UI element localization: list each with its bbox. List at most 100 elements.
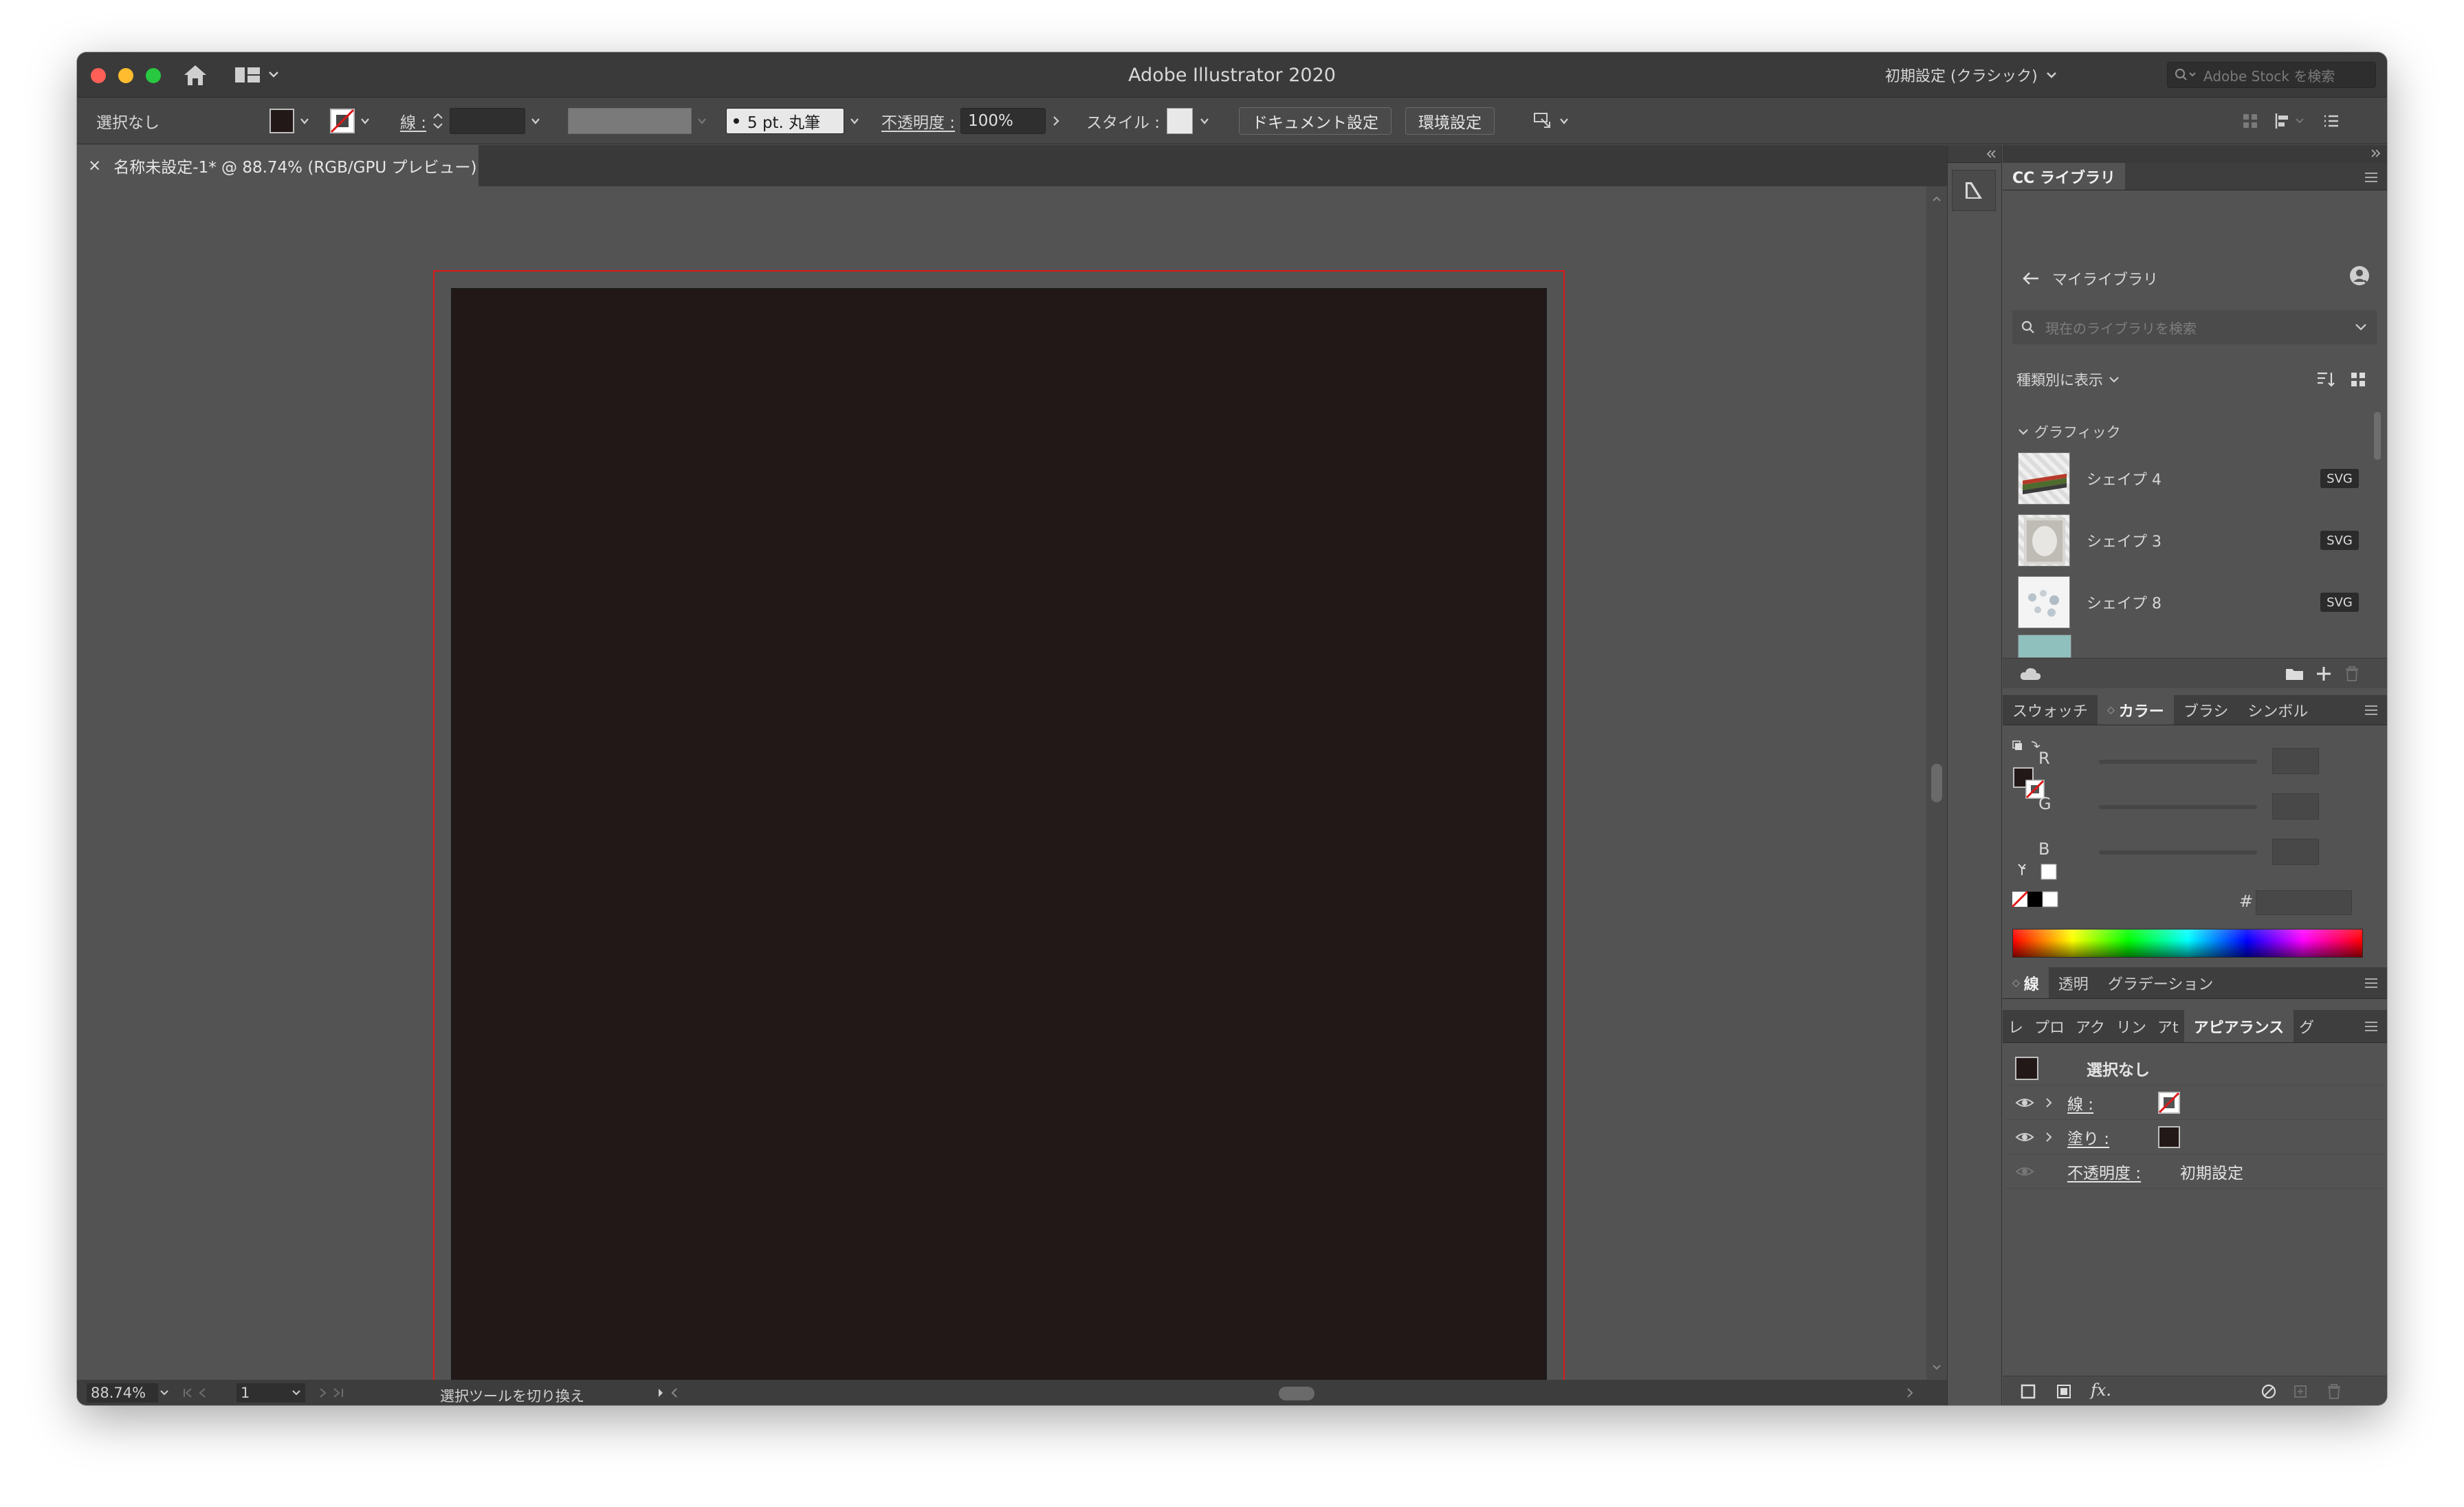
tab-color[interactable]: ◇ カラー xyxy=(2098,695,2174,725)
library-item[interactable]: シェイプ 8 SVG xyxy=(2003,571,2374,633)
workspace-switcher-icon[interactable] xyxy=(234,63,282,87)
artboard[interactable] xyxy=(452,289,1546,1383)
folder-icon[interactable] xyxy=(2285,666,2305,682)
scroll-right-arrow-icon[interactable] xyxy=(1903,1386,1917,1400)
stroke-color-control[interactable] xyxy=(330,98,370,144)
visibility-eye-icon[interactable] xyxy=(2015,1096,2034,1110)
status-menu-arrows-icon[interactable] xyxy=(654,1386,682,1400)
tab-brushes[interactable]: ブラシ xyxy=(2174,695,2238,725)
panel-menu-icon[interactable] xyxy=(2322,112,2340,130)
tab-cc-libraries[interactable]: CC ライブラリ xyxy=(2003,163,2125,190)
align-icon[interactable] xyxy=(2274,112,2307,130)
vertical-scrollbar[interactable] xyxy=(1926,186,1947,1380)
preferences-button[interactable]: 環境設定 xyxy=(1405,107,1495,135)
library-scroll-thumb[interactable] xyxy=(2374,412,2381,460)
library-nav[interactable]: マイライブラリ xyxy=(2022,267,2158,289)
back-arrow-icon[interactable] xyxy=(2022,271,2040,286)
close-tab-icon[interactable]: × xyxy=(88,157,101,175)
tab-properties[interactable]: プロ xyxy=(2029,1010,2070,1042)
grid-view-icon[interactable] xyxy=(2349,371,2367,388)
tab-appearance[interactable]: アピアランス xyxy=(2184,1010,2294,1042)
graphic-style-swatch[interactable] xyxy=(1167,108,1194,134)
cloud-icon[interactable] xyxy=(2019,666,2043,681)
tab-gradient[interactable]: グラデーション xyxy=(2098,967,2223,998)
expand-arrow-icon[interactable] xyxy=(2044,1131,2054,1143)
chevron-down-icon[interactable] xyxy=(1200,116,1209,126)
tab-stroke[interactable]: ◇ 線 xyxy=(2003,967,2049,998)
clear-appearance-icon[interactable] xyxy=(2260,1383,2278,1400)
opacity-label[interactable]: 不透明度 : xyxy=(881,109,955,133)
graphics-section-toggle[interactable]: グラフィック xyxy=(2018,421,2121,442)
channel-r-slider[interactable] xyxy=(2099,760,2257,764)
appearance-fill-label[interactable]: 塗り : xyxy=(2067,1125,2158,1149)
stepper-icon[interactable] xyxy=(432,111,444,131)
scroll-up-arrow-icon[interactable] xyxy=(1926,190,1947,207)
panel-menu-icon[interactable] xyxy=(2364,978,2379,989)
tab-layers[interactable]: レ xyxy=(2003,1010,2029,1042)
visibility-eye-icon[interactable] xyxy=(2015,1165,2034,1178)
panel-menu-icon[interactable] xyxy=(2364,705,2379,716)
first-previous-artboard-icons[interactable] xyxy=(180,1386,235,1400)
channel-b-input[interactable] xyxy=(2272,839,2319,865)
fx-icon[interactable]: fx. xyxy=(2091,1380,2111,1400)
variable-width-profile[interactable] xyxy=(568,98,707,144)
fill-swatch[interactable] xyxy=(270,109,294,133)
add-stroke-icon[interactable] xyxy=(2019,1383,2037,1400)
trash-icon[interactable] xyxy=(2326,1383,2342,1400)
channel-b-slider[interactable] xyxy=(2099,850,2257,855)
tab-artboards[interactable]: アt xyxy=(2152,1010,2184,1042)
library-search[interactable]: 現在のライブラリを検索 xyxy=(2012,310,2377,344)
trash-icon[interactable] xyxy=(2344,665,2360,683)
panel-menu-icon[interactable] xyxy=(2364,1021,2379,1032)
channel-g-slider[interactable] xyxy=(2099,805,2257,809)
adobe-stock-search[interactable]: Adobe Stock を検索 xyxy=(2167,62,2376,88)
expand-panels-icon[interactable] xyxy=(2368,146,2382,160)
visibility-eye-icon[interactable] xyxy=(2015,1130,2034,1144)
arrange-documents-control[interactable] xyxy=(1532,98,1569,144)
fill-color-control[interactable] xyxy=(270,98,309,144)
panel-menu-icon[interactable] xyxy=(2364,172,2379,183)
zoom-field[interactable]: 88.74% xyxy=(87,1383,158,1402)
duplicate-item-icon[interactable] xyxy=(2291,1383,2309,1400)
brush-definition-field[interactable]: 5 pt. 丸筆 xyxy=(726,108,844,134)
minimize-window-button[interactable] xyxy=(118,68,133,83)
scroll-down-arrow-icon[interactable] xyxy=(1926,1359,1947,1376)
stroke-none-swatch[interactable] xyxy=(2158,1091,2180,1114)
add-fill-icon[interactable] xyxy=(2055,1383,2073,1400)
tab-swatches[interactable]: スウォッチ xyxy=(2003,695,2098,725)
close-window-button[interactable] xyxy=(91,68,106,83)
library-item-thumbnail-partial[interactable] xyxy=(2018,635,2071,658)
vertical-scroll-thumb[interactable] xyxy=(1931,764,1942,802)
out-of-gamut-swatch[interactable] xyxy=(2018,860,2059,881)
appearance-stroke-label[interactable]: 線 : xyxy=(2067,1091,2158,1114)
canvas[interactable] xyxy=(77,186,1926,1402)
next-last-artboard-icons[interactable] xyxy=(316,1386,358,1400)
tab-actions[interactable]: アク xyxy=(2070,1010,2111,1042)
stroke-none-swatch[interactable] xyxy=(330,109,355,133)
share-library-icon[interactable] xyxy=(2348,264,2371,287)
document-tab[interactable]: × 名称未設定-1* @ 88.74% (RGB/GPU プレビュー) xyxy=(77,145,478,186)
color-spectrum[interactable] xyxy=(2012,929,2363,958)
stroke-weight-input[interactable] xyxy=(450,108,526,134)
brush-definition-control[interactable]: 5 pt. 丸筆 xyxy=(726,98,859,144)
channel-g-input[interactable] xyxy=(2272,793,2319,820)
maximize-window-button[interactable] xyxy=(146,68,161,83)
workspace-select[interactable]: 初期設定 (クラシック) xyxy=(1885,63,2057,87)
tab-transparency[interactable]: 透明 xyxy=(2049,967,2098,998)
width-profile-preview[interactable] xyxy=(568,108,692,134)
libraries-panel-button[interactable] xyxy=(1952,170,1996,211)
tab-links[interactable]: リン xyxy=(2111,1010,2152,1042)
appearance-opacity-label[interactable]: 不透明度 : xyxy=(2067,1160,2180,1183)
hex-input[interactable] xyxy=(2256,890,2352,915)
zoom-dropdown-icon[interactable] xyxy=(160,1388,169,1398)
horizontal-scroll-thumb[interactable] xyxy=(1279,1387,1314,1400)
chevron-right-icon[interactable] xyxy=(1051,115,1061,127)
tab-graphic-styles[interactable]: グ xyxy=(2294,1010,2320,1042)
view-by-type-select[interactable]: 種類別に表示 xyxy=(2016,369,2120,390)
opacity-input[interactable]: 100% xyxy=(960,108,1046,134)
library-item[interactable]: シェイプ 4 SVG xyxy=(2003,448,2374,509)
sort-icon[interactable] xyxy=(2316,371,2337,388)
home-icon[interactable] xyxy=(182,63,209,87)
chevron-down-icon[interactable] xyxy=(2355,322,2367,332)
artboard-dropdown-icon[interactable] xyxy=(292,1388,301,1398)
